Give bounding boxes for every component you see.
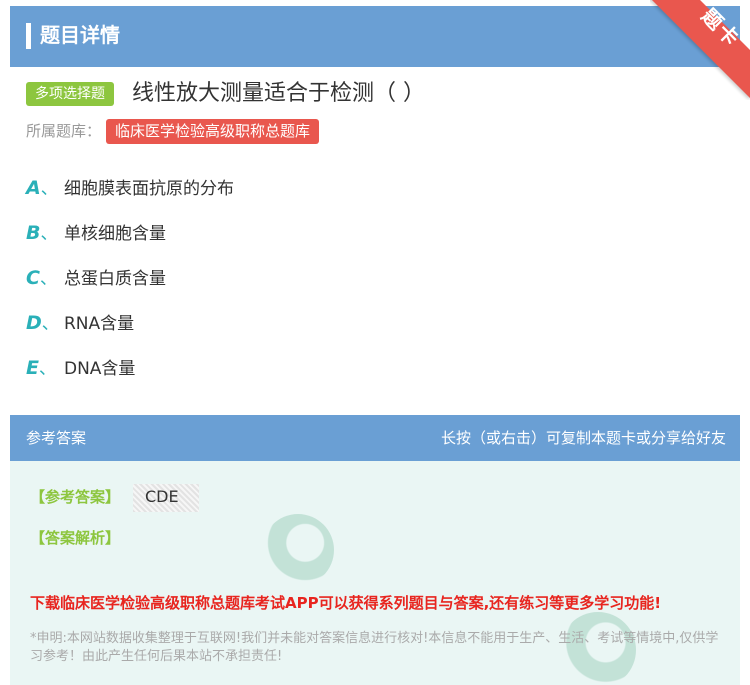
option-text: 单核细胞含量 [64, 224, 166, 244]
disclaimer-text: *申明:本网站数据收集整理于互联网!我们并未能对答案信息进行核对!本信息不能用于… [30, 631, 719, 664]
answer-value[interactable]: CDE [133, 484, 199, 512]
option-e[interactable]: E、 DNA含量 [26, 353, 135, 383]
answer-panel-title: 参考答案 [26, 429, 87, 447]
question-type-badge: 多项选择题 [26, 82, 114, 106]
option-letter: E、 [26, 357, 56, 379]
option-text: 细胞膜表面抗原的分布 [64, 179, 234, 199]
option-text: 总蛋白质含量 [64, 269, 166, 289]
ribbon-band [650, 0, 750, 99]
option-text: RNA含量 [64, 314, 135, 334]
option-letter: B、 [26, 222, 58, 244]
page-title: 题目详情 [40, 23, 120, 47]
question-card-ribbon[interactable]: 题卡 [650, 0, 750, 100]
option-letter: A、 [26, 177, 58, 199]
option-c[interactable]: C、 总蛋白质含量 [26, 263, 166, 293]
option-a[interactable]: A、 细胞膜表面抗原的分布 [26, 173, 234, 203]
option-text: DNA含量 [64, 359, 136, 379]
download-app-promo-link[interactable]: 下载临床医学检验高级职称总题库考试APP可以获得系列题目与答案,还有练习等更多学… [30, 592, 661, 614]
explanation-label: 【答案解析】 [30, 529, 121, 547]
header-accent-bar [26, 23, 31, 49]
copy-share-hint: 长按（或右击）可复制本题卡或分享给好友 [440, 429, 726, 447]
answer-panel-header: 参考答案 长按（或右击）可复制本题卡或分享给好友 [10, 415, 740, 461]
question-text: 线性放大测量适合于检测（ ） [132, 81, 425, 106]
option-letter: C、 [26, 267, 57, 289]
bank-name-link[interactable]: 临床医学检验高级职称总题库 [106, 119, 320, 144]
bank-label: 所属题库： [26, 122, 102, 140]
option-b[interactable]: B、 单核细胞含量 [26, 218, 166, 248]
answer-label: 【参考答案】 [30, 488, 121, 506]
option-d[interactable]: D、 RNA含量 [26, 308, 134, 338]
option-letter: D、 [26, 312, 59, 334]
